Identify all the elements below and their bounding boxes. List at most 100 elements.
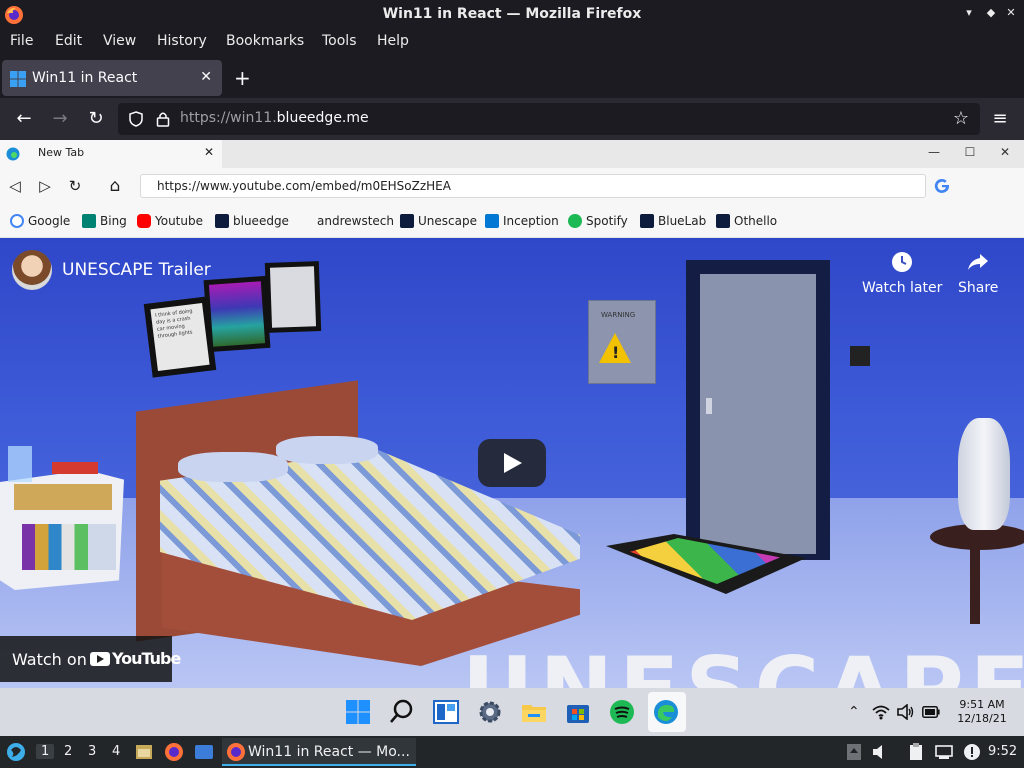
edge-forward-icon[interactable]: ▷ (34, 175, 56, 197)
edge-browser-icon[interactable] (652, 698, 680, 726)
host-clock[interactable]: 9:52 (988, 744, 1017, 759)
bookmark-label: Inception (503, 214, 559, 228)
menu-view[interactable]: View (103, 33, 136, 49)
app-launcher-icon[interactable] (6, 742, 26, 762)
win11-taskbar: ⌃ 9:51 AM 12/18/21 (0, 688, 1024, 736)
url-bar[interactable]: https://win11.blueedge.me (118, 103, 980, 135)
bookmark-label: Spotify (586, 214, 628, 228)
share-button[interactable]: Share (958, 250, 998, 296)
play-button[interactable] (478, 439, 546, 487)
windows-start-icon[interactable] (344, 698, 372, 726)
firefox-title-bar: Win11 in React — Mozilla Firefox ▾ ◆ ✕ (0, 0, 1024, 30)
menu-file[interactable]: File (10, 33, 33, 49)
firefox-task-icon (227, 743, 245, 761)
file-explorer-icon[interactable] (520, 698, 548, 726)
edge-tab-new-tab[interactable]: New Tab ✕ (0, 140, 222, 168)
menu-edit[interactable]: Edit (55, 33, 82, 49)
clock-time: 9:51 AM (959, 698, 1005, 711)
menu-tools[interactable]: Tools (322, 33, 357, 49)
react-icon (215, 214, 229, 228)
reload-icon[interactable]: ↻ (84, 107, 108, 131)
win11-clock[interactable]: 9:51 AM 12/18/21 (952, 698, 1012, 726)
edge-minimize-button[interactable]: — (927, 145, 941, 159)
back-arrow-icon[interactable]: ← (12, 107, 36, 131)
scene-pillow (178, 452, 288, 482)
file-manager-icon[interactable] (134, 742, 154, 762)
terminal-icon[interactable] (194, 742, 214, 762)
scene-table-leg (970, 544, 980, 624)
edge-maximize-button[interactable]: ☐ (963, 145, 977, 159)
workspace-1[interactable]: 1 (36, 744, 55, 759)
url-host: blueedge.me (276, 110, 369, 126)
menu-history[interactable]: History (157, 33, 207, 49)
scene-vase (958, 418, 1010, 530)
edge-address-bar[interactable]: https://www.youtube.com/embed/m0EHSoZzHE… (140, 174, 926, 198)
menu-help[interactable]: Help (377, 33, 409, 49)
tab-win11-in-react[interactable]: Win11 in React ✕ (2, 60, 222, 96)
bookmark-label: Othello (734, 214, 778, 228)
menu-bookmarks[interactable]: Bookmarks (226, 33, 304, 49)
scene-frame-painting (203, 275, 271, 353)
edge-nav-bar: ◁ ▷ ↻ ⌂ https://www.youtube.com/embed/m0… (0, 168, 1024, 204)
store-icon[interactable] (564, 698, 592, 726)
speaker-icon[interactable] (870, 742, 890, 762)
search-icon[interactable] (388, 698, 416, 726)
frame-quote-text: I think of doing day is a crash car movi… (150, 303, 210, 371)
minimize-button[interactable]: ▾ (962, 6, 976, 22)
notification-icon[interactable] (962, 742, 982, 762)
bookmark-label: andrewstech (317, 214, 394, 228)
youtube-embed[interactable]: WARNING ! I think of doing day is a cras… (0, 238, 1024, 688)
watch-on-youtube-button[interactable]: Watch on YouTube (0, 636, 181, 682)
battery-icon[interactable] (922, 706, 940, 718)
settings-gear-icon[interactable] (476, 698, 504, 726)
network-icon[interactable] (934, 742, 954, 762)
wifi-icon[interactable] (872, 704, 890, 720)
edge-tab-bar: New Tab ✕ — ☐ ✕ (0, 140, 1024, 168)
url-prefix: https://win11. (180, 110, 277, 126)
scene-warning-panel: WARNING ! (588, 300, 656, 384)
tray-chevron-up-icon[interactable]: ⌃ (848, 704, 860, 720)
share-label: Share (958, 280, 999, 296)
edge-home-icon[interactable]: ⌂ (104, 175, 126, 197)
bookmark-label: Bing (100, 214, 127, 228)
lock-icon[interactable] (156, 111, 170, 127)
forward-arrow-icon[interactable]: → (48, 107, 72, 131)
panel-warning-text: WARNING (601, 311, 636, 319)
watch-later-label: Watch later (862, 280, 943, 296)
clock-date: 12/18/21 (957, 712, 1007, 725)
tab-close-icon[interactable]: ✕ (200, 69, 212, 85)
channel-avatar[interactable] (12, 250, 52, 290)
bookmark-label: Unescape (418, 214, 477, 228)
widgets-icon[interactable] (432, 698, 460, 726)
bookmark-star-icon[interactable]: ☆ (949, 107, 973, 131)
spotify-icon[interactable] (608, 698, 636, 726)
share-arrow-icon (968, 254, 989, 270)
windows-logo-icon (10, 71, 26, 87)
youtube-icon (137, 214, 151, 228)
shield-icon[interactable] (128, 111, 144, 127)
watch-later-button[interactable]: Watch later (862, 250, 942, 296)
workspace-3[interactable]: 3 (88, 744, 96, 759)
maximize-button[interactable]: ◆ (984, 6, 998, 22)
clipboard-icon[interactable] (906, 742, 926, 762)
volume-icon[interactable] (897, 704, 915, 720)
edge-refresh-icon[interactable]: ↻ (64, 175, 86, 197)
workspace-2[interactable]: 2 (64, 744, 72, 759)
tray-up-arrow-icon[interactable] (844, 742, 864, 762)
taskbar-firefox-window[interactable]: Win11 in React — Mo... (222, 738, 416, 766)
google-g-icon[interactable] (934, 178, 950, 194)
new-tab-button[interactable]: + (234, 66, 251, 90)
navigation-bar: ← → ↻ https://win11.blueedge.me ☆ ≡ (0, 98, 1024, 140)
edge-tab-close-icon[interactable]: ✕ (204, 145, 214, 159)
edge-tab-label: New Tab (38, 146, 85, 159)
bookmark-label: Google (28, 214, 71, 228)
firefox-launcher-icon[interactable] (164, 742, 184, 762)
scene-door (700, 274, 816, 554)
hamburger-menu-icon[interactable]: ≡ (988, 107, 1012, 131)
close-window-button[interactable]: ✕ (1004, 6, 1018, 22)
video-title[interactable]: UNESCAPE Trailer (62, 260, 211, 280)
workspace-4[interactable]: 4 (112, 744, 120, 759)
edge-back-icon[interactable]: ◁ (4, 175, 26, 197)
react-icon (716, 214, 730, 228)
edge-close-button[interactable]: ✕ (998, 145, 1012, 159)
